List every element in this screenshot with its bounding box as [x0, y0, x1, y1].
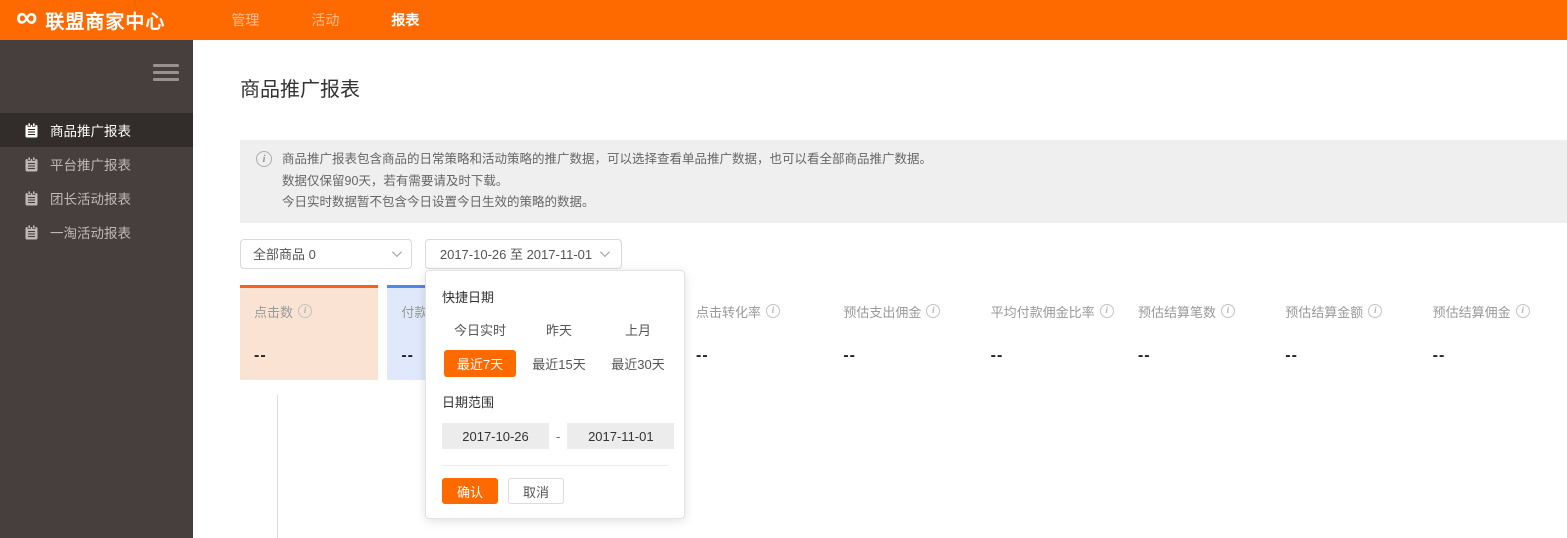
notice-box: i 商品推广报表包含商品的日常策略和活动策略的推广数据，可以选择查看单品推广数据… [240, 140, 1567, 223]
top-nav: 管理 活动 报表 [205, 0, 445, 40]
quick-date-options: 今日实时 昨天 上月 最近7天 最近15天 最近30天 [442, 312, 668, 380]
info-icon[interactable]: i [1368, 304, 1383, 318]
metric-label: 平均付款佣金比率 [990, 304, 1095, 320]
quick-option-last-15-days[interactable]: 最近15天 [521, 346, 597, 380]
date-range-inputs: - [442, 423, 675, 449]
notice-line: 今日实时数据暂不包含今日设置今日生效的策略的数据。 [282, 195, 595, 209]
metric-label: 预估结算金额 [1285, 304, 1364, 320]
metric-label: 预估结算佣金 [1432, 304, 1511, 320]
quick-option-last-month[interactable]: 上月 [600, 312, 676, 346]
brand-logo[interactable]: ∞ 联盟商家中心 [16, 1, 166, 35]
confirm-button[interactable]: 确认 [442, 478, 499, 504]
metric-value: -- [990, 346, 1004, 364]
sidebar-item-label: 团长活动报表 [50, 192, 131, 207]
date-select-value: 2017-10-26 至 2017-11-01 [439, 247, 593, 262]
sidebar-item-label: 商品推广报表 [50, 124, 131, 139]
sidebar-item-platform-report[interactable]: 平台推广报表 [0, 147, 193, 181]
clipboard-icon [25, 224, 38, 239]
metric-label: 点击转化率 [695, 304, 761, 320]
main-area: 商品推广报表 i 商品推广报表包含商品的日常策略和活动策略的推广数据，可以选择查… [193, 40, 1567, 538]
metric-card-clicks[interactable]: 点击数 i -- [240, 284, 379, 380]
metric-value: -- [1432, 346, 1446, 364]
chevron-down-icon [600, 247, 610, 258]
date-range-title: 日期范围 [442, 395, 495, 410]
nav-item-report[interactable]: 报表 [365, 0, 445, 40]
metric-card-est-settle-commission[interactable]: 预估结算佣金 i -- [1419, 285, 1557, 380]
quick-date-title: 快捷日期 [442, 290, 495, 305]
info-icon[interactable]: i [1515, 304, 1530, 318]
date-picker-popup: 快捷日期 今日实时 昨天 上月 最近7天 最近15天 最近30天 日期范围 - [425, 270, 685, 519]
chevron-down-icon [391, 247, 402, 258]
metric-value: -- [254, 346, 267, 364]
metric-card-est-commission-paid[interactable]: 预估支出佣金 i -- [829, 285, 967, 380]
metric-label: 点击数 [254, 304, 294, 320]
end-date-input[interactable] [567, 423, 675, 449]
clipboard-icon [25, 122, 38, 137]
range-separator: - [556, 428, 561, 444]
sidebar-item-product-report[interactable]: 商品推广报表 [0, 113, 193, 147]
sidebar: 商品推广报表 平台推广报表 团长活动报表 一淘活动报表 [0, 40, 193, 538]
notice-line: 商品推广报表包含商品的日常策略和活动策略的推广数据，可以选择查看单品推广数据，也… [282, 152, 933, 166]
chart-axis-line [277, 395, 278, 538]
page-title: 商品推广报表 [240, 79, 360, 101]
sidebar-item-leader-activity-report[interactable]: 团长活动报表 [0, 181, 193, 215]
brand-name: 联盟商家中心 [45, 11, 166, 33]
clipboard-icon [25, 190, 38, 205]
notice-line: 数据仅保留90天，若有需要请及时下载。 [282, 173, 509, 188]
metric-label: 付款 [401, 304, 428, 320]
infinity-logo-icon: ∞ [16, 1, 38, 34]
selected-quick-option: 最近7天 [443, 349, 517, 377]
metric-value: -- [1137, 346, 1151, 364]
metric-card-est-settle-count[interactable]: 预估结算笔数 i -- [1124, 285, 1262, 380]
clipboard-icon [25, 156, 38, 171]
quick-option-last-30-days[interactable]: 最近30天 [600, 346, 676, 380]
quick-option-yesterday[interactable]: 昨天 [521, 312, 597, 346]
info-icon[interactable]: i [1220, 304, 1235, 318]
nav-item-activity[interactable]: 活动 [285, 0, 365, 40]
hamburger-menu-icon[interactable] [153, 64, 179, 85]
info-icon[interactable]: i [926, 304, 941, 318]
info-icon: i [256, 151, 272, 167]
date-range-select[interactable]: 2017-10-26 至 2017-11-01 [425, 238, 622, 269]
metric-value: -- [695, 346, 709, 364]
info-icon[interactable]: i [766, 304, 780, 318]
sidebar-item-label: 一淘活动报表 [50, 226, 131, 241]
product-select[interactable]: 全部商品 0 [240, 238, 412, 269]
top-header: ∞ 联盟商家中心 管理 活动 报表 [0, 0, 1567, 40]
start-date-input[interactable] [442, 423, 549, 449]
info-icon[interactable]: i [1099, 304, 1114, 318]
sidebar-item-etao-activity-report[interactable]: 一淘活动报表 [0, 215, 193, 249]
metric-value: -- [843, 346, 856, 364]
metric-card-avg-commission-rate[interactable]: 平均付款佣金比率 i -- [977, 285, 1115, 380]
metric-card-click-rate[interactable]: 点击转化率 i -- [682, 285, 820, 380]
nav-item-manage[interactable]: 管理 [205, 0, 285, 40]
metric-card-est-settle-amount[interactable]: 预估结算金额 i -- [1271, 285, 1409, 380]
metric-value: -- [1285, 346, 1298, 364]
cancel-button[interactable]: 取消 [508, 478, 565, 504]
quick-option-today[interactable]: 今日实时 [442, 312, 518, 346]
metric-label: 预估结算笔数 [1137, 304, 1216, 320]
metric-label: 预估支出佣金 [843, 304, 922, 320]
info-icon[interactable]: i [298, 304, 313, 318]
sidebar-item-label: 平台推广报表 [50, 158, 131, 173]
quick-option-last-7-days[interactable]: 最近7天 [442, 346, 518, 380]
product-select-value: 全部商品 0 [253, 247, 316, 262]
filter-bar: 全部商品 0 2017-10-26 至 2017-11-01 [240, 238, 1567, 269]
